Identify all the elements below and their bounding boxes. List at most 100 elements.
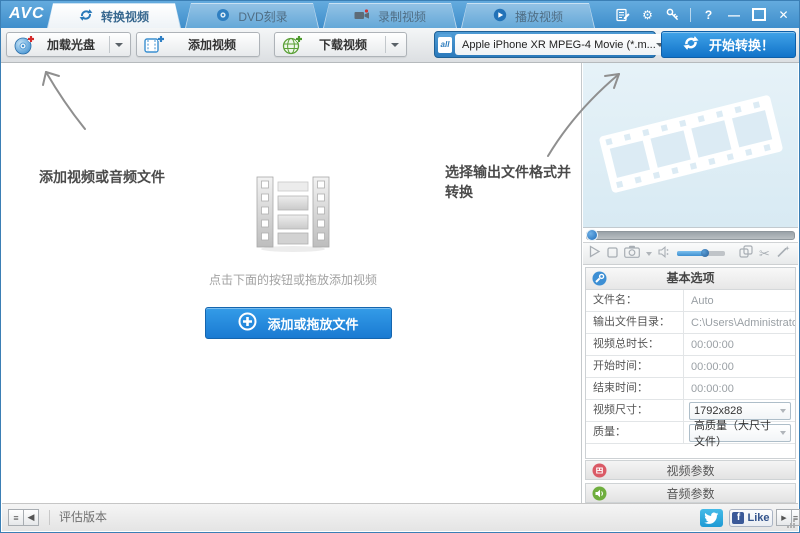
audio-speaker-icon xyxy=(592,486,607,504)
dvd-disc-icon xyxy=(216,8,230,25)
add-or-drop-files-button[interactable]: 添加或拖放文件 xyxy=(205,307,392,339)
tab-label: 转换视频 xyxy=(101,8,149,25)
divider xyxy=(690,8,691,22)
seek-bar[interactable] xyxy=(583,229,798,241)
playlist-toggle-button[interactable]: ≡ xyxy=(8,509,24,526)
video-params-label: 视频参数 xyxy=(666,462,714,479)
volume-icon[interactable] xyxy=(658,245,671,263)
load-disc-button[interactable]: 加载光盘 xyxy=(6,32,131,57)
version-label: 评估版本 xyxy=(59,504,107,531)
option-row-start-time: 开始时间： 00:00:00 xyxy=(586,356,795,378)
toolbar: 加载光盘 添加视频 下载视频 all Apple iPhone XR MPEG-… xyxy=(1,28,799,63)
divider xyxy=(49,510,50,525)
chevron-down-icon[interactable] xyxy=(115,43,123,47)
play-button[interactable] xyxy=(588,245,601,263)
option-label: 质量： xyxy=(586,422,684,443)
option-row-quality: 质量： 高质量（大尺寸文件） xyxy=(586,422,795,444)
maximize-icon[interactable] xyxy=(751,7,766,22)
option-label: 结束时间： xyxy=(586,378,684,399)
app-window: AVC 转换视频 DVD刻录 录制视频 xyxy=(0,0,800,533)
snapshot-camera-button[interactable] xyxy=(624,245,640,263)
twitter-button[interactable] xyxy=(700,509,723,527)
download-video-label: 下载视频 xyxy=(303,36,383,53)
add-or-drop-files-label: 添加或拖放文件 xyxy=(267,314,358,333)
volume-thumb[interactable] xyxy=(701,249,709,257)
facebook-icon: f xyxy=(732,512,744,524)
tab-record-video[interactable]: 录制视频 xyxy=(323,3,457,28)
option-label: 视频总时长： xyxy=(586,334,684,355)
video-film-icon xyxy=(592,463,607,481)
output-format-select[interactable]: Apple iPhone XR MPEG-4 Movie (*.m... xyxy=(455,34,669,55)
minimize-icon[interactable]: — xyxy=(726,7,741,22)
resize-grip[interactable] xyxy=(787,520,796,529)
tab-convert-video[interactable]: 转换视频 xyxy=(47,3,181,28)
download-video-button[interactable]: 下载视频 xyxy=(274,32,407,57)
output-format-group: all Apple iPhone XR MPEG-4 Movie (*.m... xyxy=(434,31,656,58)
basic-options-panel: 基本选项 文件名： Auto 输出文件目录： C:\Users\Administ… xyxy=(585,267,796,459)
preview-and-options-panel: ✂ 基本选项 文件名： Auto 输出文件目录： C:\Users\Admini… xyxy=(583,63,798,504)
quality-select[interactable]: 高质量（大尺寸文件） xyxy=(689,424,791,442)
stop-button[interactable] xyxy=(607,245,618,263)
popout-window-button[interactable] xyxy=(739,245,753,263)
settings-gear-icon[interactable]: ⚙ xyxy=(640,7,655,22)
main-area: 添加视频或音频文件 选择输出文件格式并转换 xyxy=(2,62,798,504)
start-convert-label: 开始转换！ xyxy=(709,35,774,54)
facebook-like-button[interactable]: f Like xyxy=(729,509,773,527)
option-label: 开始时间： xyxy=(586,356,684,377)
titlebar: AVC 转换视频 DVD刻录 录制视频 xyxy=(1,1,799,28)
snapshot-menu-arrow[interactable] xyxy=(646,252,652,256)
drop-hint-text: 点击下面的按钮或拖放添加视频 xyxy=(162,271,424,288)
chevron-down-icon xyxy=(780,409,786,413)
option-row-end-time: 结束时间： 00:00:00 xyxy=(586,378,795,400)
audio-params-bar[interactable]: 音频参数 xyxy=(585,483,796,503)
statusbar: ≡ ◀ 评估版本 f Like ▶ ≡ xyxy=(2,503,798,531)
divider xyxy=(109,36,110,53)
add-video-button[interactable]: 添加视频 xyxy=(136,32,260,57)
tab-dvd-burn[interactable]: DVD刻录 xyxy=(185,3,319,28)
divider xyxy=(385,36,386,53)
help-icon[interactable]: ? xyxy=(701,7,716,22)
filmstrip-illustration xyxy=(589,79,793,209)
seek-thumb[interactable] xyxy=(586,229,598,241)
output-dir-value[interactable]: C:\Users\Administrator... xyxy=(684,316,795,330)
start-convert-button[interactable]: 开始转换！ xyxy=(661,31,796,58)
option-row-duration: 视频总时长： 00:00:00 xyxy=(586,334,795,356)
player-controls: ✂ xyxy=(583,242,798,265)
tab-label: 录制视频 xyxy=(378,8,426,25)
option-label: 输出文件目录： xyxy=(586,312,684,333)
clip-scissors-button[interactable]: ✂ xyxy=(759,246,770,262)
video-preview xyxy=(583,63,798,228)
volume-slider[interactable] xyxy=(677,251,725,256)
add-video-label: 添加视频 xyxy=(165,36,259,53)
collapse-left-button[interactable]: ◀ xyxy=(23,509,39,526)
basic-options-header[interactable]: 基本选项 xyxy=(586,268,795,290)
sync-icon xyxy=(683,35,699,54)
start-time-value: 00:00:00 xyxy=(684,361,795,373)
option-row-output-dir: 输出文件目录： C:\Users\Administrator... xyxy=(586,312,795,334)
tab-play-video[interactable]: 播放视频 xyxy=(461,3,595,28)
register-key-icon[interactable] xyxy=(665,7,680,22)
seek-track[interactable] xyxy=(586,231,795,240)
film-plus-icon xyxy=(144,35,165,55)
convert-sync-icon xyxy=(79,8,93,25)
log-icon[interactable] xyxy=(615,7,630,22)
filmstrip-placeholder-icon xyxy=(254,175,332,258)
audio-params-label: 音频参数 xyxy=(666,485,714,502)
filename-value: Auto xyxy=(684,295,795,307)
effects-wand-button[interactable] xyxy=(776,245,790,263)
video-params-bar[interactable]: 视频参数 xyxy=(585,460,796,480)
option-label: 视频尺寸： xyxy=(586,400,684,421)
all-formats-icon: all xyxy=(438,34,452,55)
load-disc-label: 加载光盘 xyxy=(35,36,107,53)
option-label: 文件名： xyxy=(586,290,684,311)
output-format-value: Apple iPhone XR MPEG-4 Movie (*.m... xyxy=(462,39,656,51)
app-logo: AVC xyxy=(9,5,45,23)
add-files-hint: 添加视频或音频文件 xyxy=(39,167,165,187)
close-icon[interactable]: ✕ xyxy=(776,7,791,22)
duration-value: 00:00:00 xyxy=(684,339,795,351)
main-tabs: 转换视频 DVD刻录 录制视频 播放视频 xyxy=(47,3,599,28)
option-row-filename: 文件名： Auto xyxy=(586,290,795,312)
chevron-down-icon[interactable] xyxy=(391,43,399,47)
end-time-value: 00:00:00 xyxy=(684,383,795,395)
choose-format-hint: 选择输出文件格式并转换 xyxy=(445,162,581,202)
